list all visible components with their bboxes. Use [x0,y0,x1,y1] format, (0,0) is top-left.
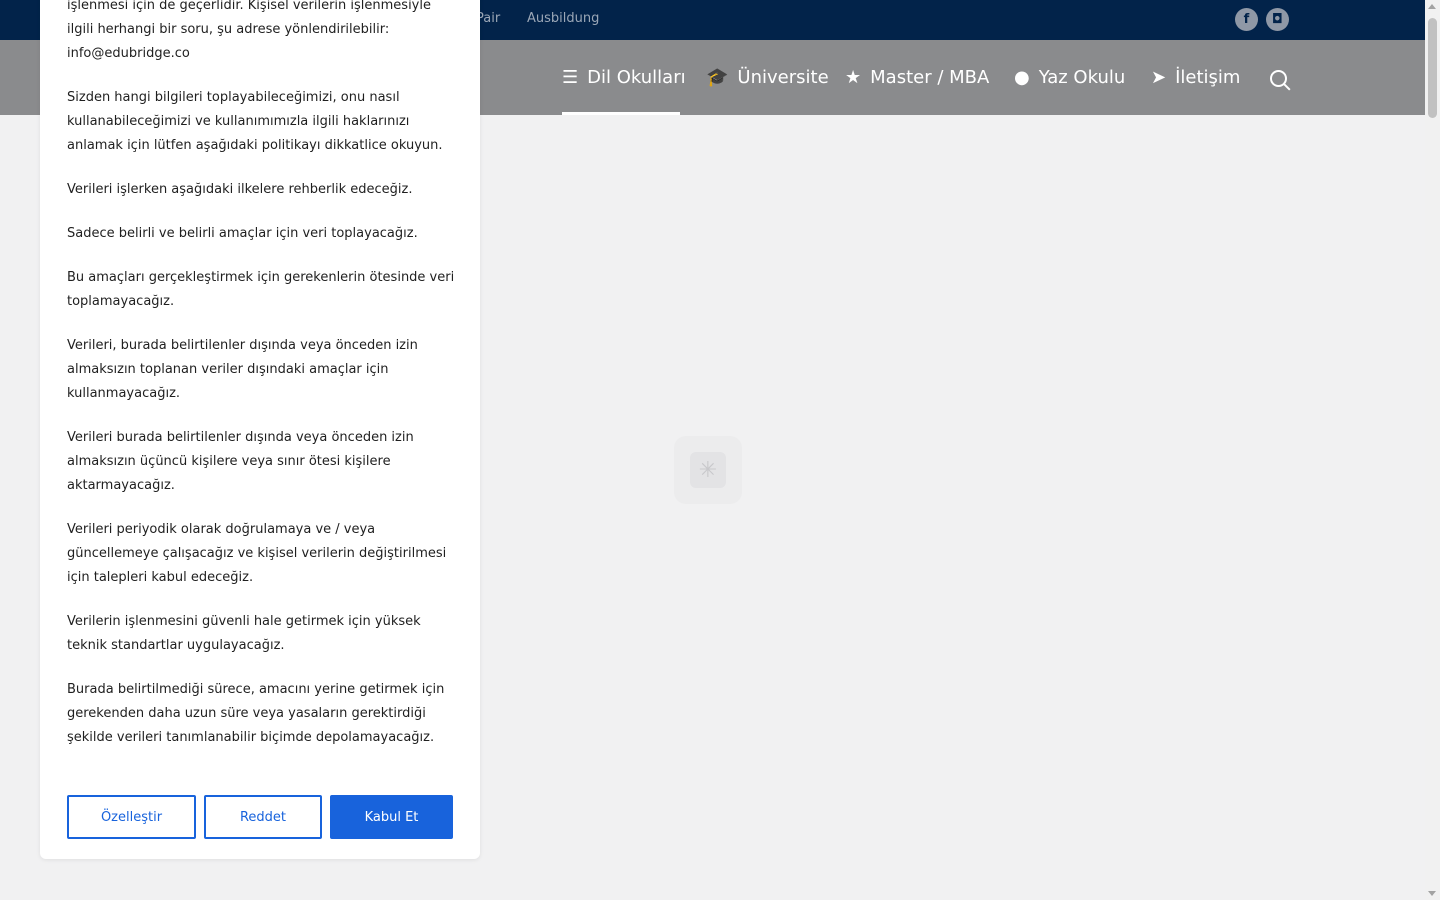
policy-paragraph: Verileri, burada belirtilenler dışında v… [67,338,418,401]
policy-paragraph: Sadece belirli ve belirli amaçlar için v… [67,226,418,241]
graduation-cap-icon: 🎓 [706,67,729,88]
scrollbar-thumb[interactable] [1428,18,1437,118]
nav-item-label: Master / MBA [870,67,990,88]
scroll-down-icon[interactable] [1428,891,1436,896]
paper-plane-icon: ➤ [1151,67,1167,88]
instagram-icon[interactable]: ◘ [1266,8,1289,31]
nav-item-label: Dil Okulları [587,67,686,88]
policy-paragraph: Verileri işlerken aşağıdaki ilkelere reh… [67,182,413,197]
top-link-ausbildung[interactable]: Ausbildung [527,11,599,26]
scroll-up-icon[interactable] [1428,4,1436,9]
nav-item-label: İletişim [1175,67,1241,88]
customize-button[interactable]: Özelleştir [67,795,196,839]
page-scrollbar[interactable] [1425,0,1440,900]
nav-item-master-mba[interactable]: ★ Master / MBA [845,40,989,115]
spinner-icon: ✳ [690,452,726,488]
nav-item-yaz-okulu[interactable]: ● Yaz Okulu [1014,40,1125,115]
nav-item-iletisim[interactable]: ➤ İletişim [1151,40,1240,115]
nav-item-label: Yaz Okulu [1038,67,1126,88]
reject-button[interactable]: Reddet [204,795,322,839]
nav-item-label: Üniversite [737,67,829,88]
policy-paragraph: Bu amaçları gerçekleştirmek için gereken… [67,270,455,309]
policy-paragraph: işlenmesi için de geçerlidir. Kişisel ve… [67,0,431,61]
privacy-policy-text[interactable]: işlenmesi için de geçerlidir. Kişisel ve… [67,0,457,770]
policy-paragraph: Verilerin işlenmesini güvenli hale getir… [67,614,421,653]
star-icon: ★ [845,67,862,88]
nav-item-dil-okullari[interactable]: ☰ Dil Okulları [562,40,686,115]
accept-button[interactable]: Kabul Et [330,795,453,839]
nav-item-universite[interactable]: 🎓 Üniversite [706,40,829,115]
loading-spinner: ✳ [674,436,742,504]
policy-paragraph: Burada belirtilmediği sürece, amacını ye… [67,682,445,745]
facebook-icon[interactable]: f [1235,8,1258,31]
search-icon[interactable] [1270,70,1287,87]
policy-paragraph: Verileri burada belirtilenler dışında ve… [67,430,414,493]
policy-paragraph: Verileri periyodik olarak doğrulamaya ve… [67,522,447,585]
policy-paragraph: Sizden hangi bilgileri toplayabileceğimi… [67,90,443,153]
stack-icon: ☰ [562,67,579,88]
cookie-consent-modal: işlenmesi için de geçerlidir. Kişisel ve… [40,0,480,859]
globe-icon: ● [1014,67,1030,88]
